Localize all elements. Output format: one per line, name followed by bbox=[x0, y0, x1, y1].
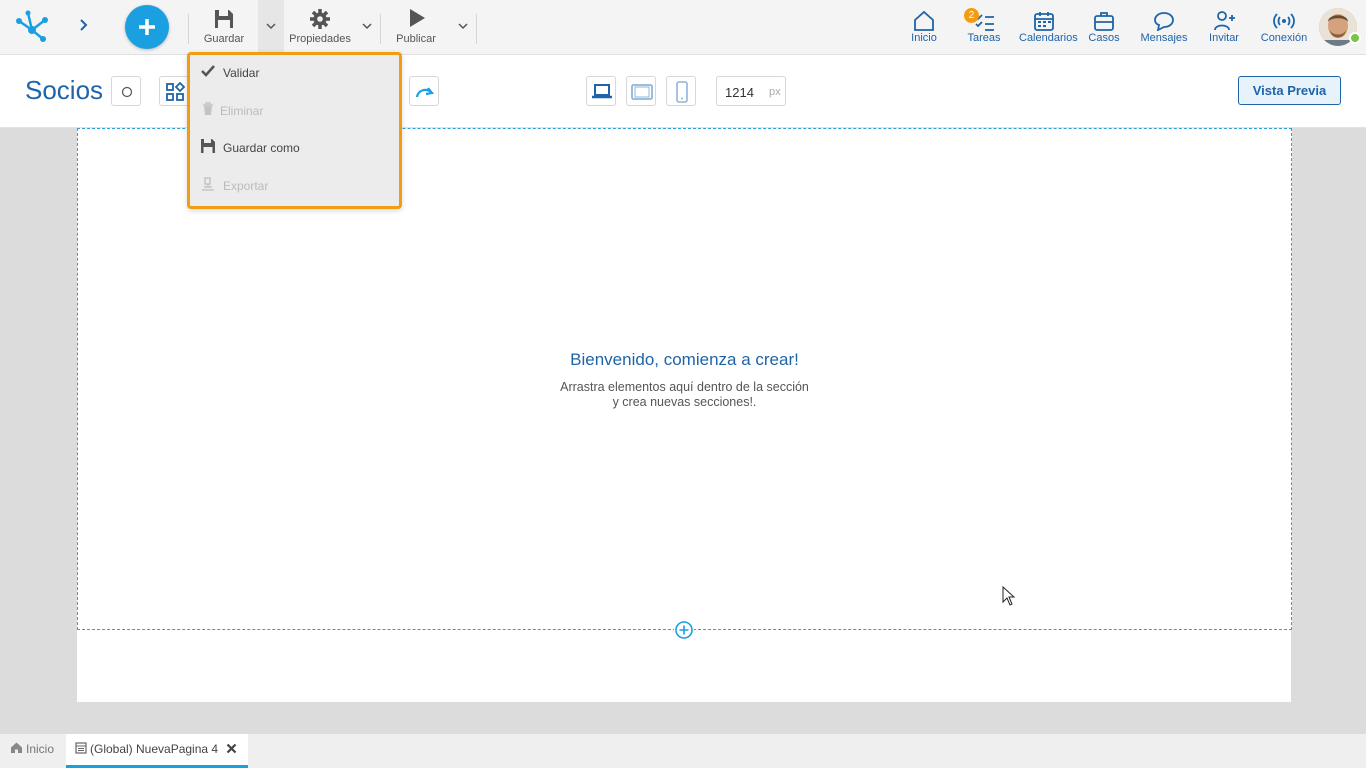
laptop-icon bbox=[592, 84, 612, 99]
save-icon bbox=[201, 139, 215, 153]
tablet-landscape-icon bbox=[631, 84, 653, 100]
canvas-width-value: 1214 bbox=[725, 85, 754, 100]
menu-item-label: Eliminar bbox=[220, 104, 264, 118]
tab-new-page[interactable]: (Global) NuevaPagina 4 bbox=[66, 734, 248, 768]
toolbar-divider bbox=[476, 14, 477, 44]
home-icon bbox=[914, 10, 934, 31]
nav-invite-label: Invitar bbox=[1209, 32, 1239, 44]
floppy-disk-icon bbox=[215, 10, 233, 28]
page-title: Socios bbox=[25, 75, 104, 105]
tasks-count-badge: 2 bbox=[964, 8, 979, 23]
widgets-icon bbox=[166, 82, 185, 101]
nav-messages[interactable]: Mensajes bbox=[1140, 10, 1188, 50]
tab-home-label: Inicio bbox=[26, 742, 55, 756]
chat-bubble-icon bbox=[1154, 12, 1174, 31]
save-button[interactable]: Guardar bbox=[200, 8, 248, 48]
menu-item-validate[interactable]: Validar bbox=[200, 60, 390, 84]
plus-circle-icon bbox=[675, 621, 693, 639]
nav-connection[interactable]: Conexión bbox=[1261, 10, 1307, 50]
toolbar-divider bbox=[380, 14, 381, 44]
nav-cases[interactable]: Casos bbox=[1088, 10, 1120, 50]
redo-icon bbox=[415, 87, 435, 98]
welcome-instructions: Arrastra elementos aquí dentro de la sec… bbox=[78, 380, 1291, 410]
save-options-dropdown-button[interactable] bbox=[258, 0, 284, 54]
chevron-down-icon bbox=[362, 23, 372, 30]
mobile-view-button[interactable] bbox=[666, 76, 696, 106]
properties-dropdown-button[interactable] bbox=[354, 0, 380, 54]
page-status-button[interactable] bbox=[111, 76, 141, 106]
nav-cases-label: Casos bbox=[1088, 32, 1120, 44]
menu-item-delete[interactable]: Eliminar bbox=[200, 98, 390, 122]
publish-label: Publicar bbox=[396, 33, 436, 45]
save-options-menu: Validar Eliminar Guardar como Exportar bbox=[187, 52, 402, 209]
check-icon bbox=[201, 65, 215, 77]
tab-new-page-label: (Global) NuevaPagina 4 bbox=[90, 742, 219, 756]
page-icon bbox=[75, 742, 87, 754]
online-status-dot bbox=[1349, 32, 1361, 44]
properties-label: Propiedades bbox=[289, 33, 351, 45]
briefcase-icon bbox=[1094, 12, 1114, 31]
create-new-button[interactable] bbox=[125, 5, 169, 49]
components-button[interactable] bbox=[159, 76, 189, 106]
save-label: Guardar bbox=[203, 33, 245, 45]
mobile-phone-icon bbox=[676, 81, 688, 103]
expand-menu-chevron-icon[interactable] bbox=[74, 15, 94, 35]
canvas-width-input[interactable]: 1214 px bbox=[716, 76, 786, 106]
welcome-title: Bienvenido, comienza a crear! bbox=[570, 350, 799, 369]
menu-item-label: Exportar bbox=[223, 179, 269, 193]
home-icon bbox=[11, 742, 22, 753]
menu-item-save-as[interactable]: Guardar como bbox=[200, 135, 390, 159]
nav-invite[interactable]: Invitar bbox=[1209, 10, 1239, 50]
properties-button[interactable]: Propiedades bbox=[288, 8, 352, 48]
publish-button[interactable]: Publicar bbox=[392, 8, 440, 48]
welcome-line-1: Arrastra elementos aquí dentro de la sec… bbox=[560, 380, 809, 394]
play-icon bbox=[410, 9, 425, 27]
preview-button[interactable]: Vista Previa bbox=[1238, 76, 1341, 105]
close-icon[interactable] bbox=[226, 743, 237, 754]
publish-dropdown-button[interactable] bbox=[450, 0, 476, 54]
menu-item-label: Validar bbox=[223, 66, 260, 80]
nav-tasks[interactable]: 2 Tareas bbox=[964, 8, 1001, 50]
add-user-icon bbox=[1214, 11, 1235, 31]
canvas-width-unit: px bbox=[769, 86, 781, 98]
welcome-line-2: y crea nuevas secciones!. bbox=[612, 395, 757, 409]
nav-calendars[interactable]: Calendarios bbox=[1019, 10, 1078, 50]
bottom-tab-bar: Inicio (Global) NuevaPagina 4 bbox=[0, 733, 1366, 768]
nav-calendars-label: Calendarios bbox=[1019, 32, 1078, 44]
mouse-cursor-icon bbox=[1002, 585, 1016, 611]
nav-home-label: Inicio bbox=[911, 32, 937, 44]
menu-item-label: Guardar como bbox=[223, 141, 300, 155]
app-logo-icon[interactable] bbox=[14, 8, 50, 44]
menu-item-export[interactable]: Exportar bbox=[200, 173, 390, 197]
toolbar-divider bbox=[188, 14, 189, 44]
tablet-view-button[interactable] bbox=[626, 76, 656, 106]
trash-icon bbox=[203, 102, 213, 115]
nav-connection-label: Conexión bbox=[1260, 32, 1308, 44]
redo-button[interactable] bbox=[409, 76, 439, 106]
add-section-button[interactable] bbox=[674, 620, 694, 640]
circle-icon bbox=[121, 86, 133, 98]
top-toolbar: Guardar Propiedades Publicar Inicio 2 Ta… bbox=[0, 0, 1366, 55]
desktop-view-button[interactable] bbox=[586, 76, 616, 106]
gear-icon bbox=[310, 9, 330, 29]
broadcast-signal-icon bbox=[1273, 13, 1295, 29]
export-icon bbox=[202, 177, 214, 191]
nav-messages-label: Mensajes bbox=[1140, 32, 1188, 44]
nav-tasks-label: Tareas bbox=[967, 32, 1001, 44]
chevron-down-icon bbox=[458, 23, 468, 30]
nav-home[interactable]: Inicio bbox=[909, 10, 939, 50]
chevron-down-icon bbox=[266, 23, 276, 30]
calendar-icon bbox=[1034, 12, 1054, 31]
